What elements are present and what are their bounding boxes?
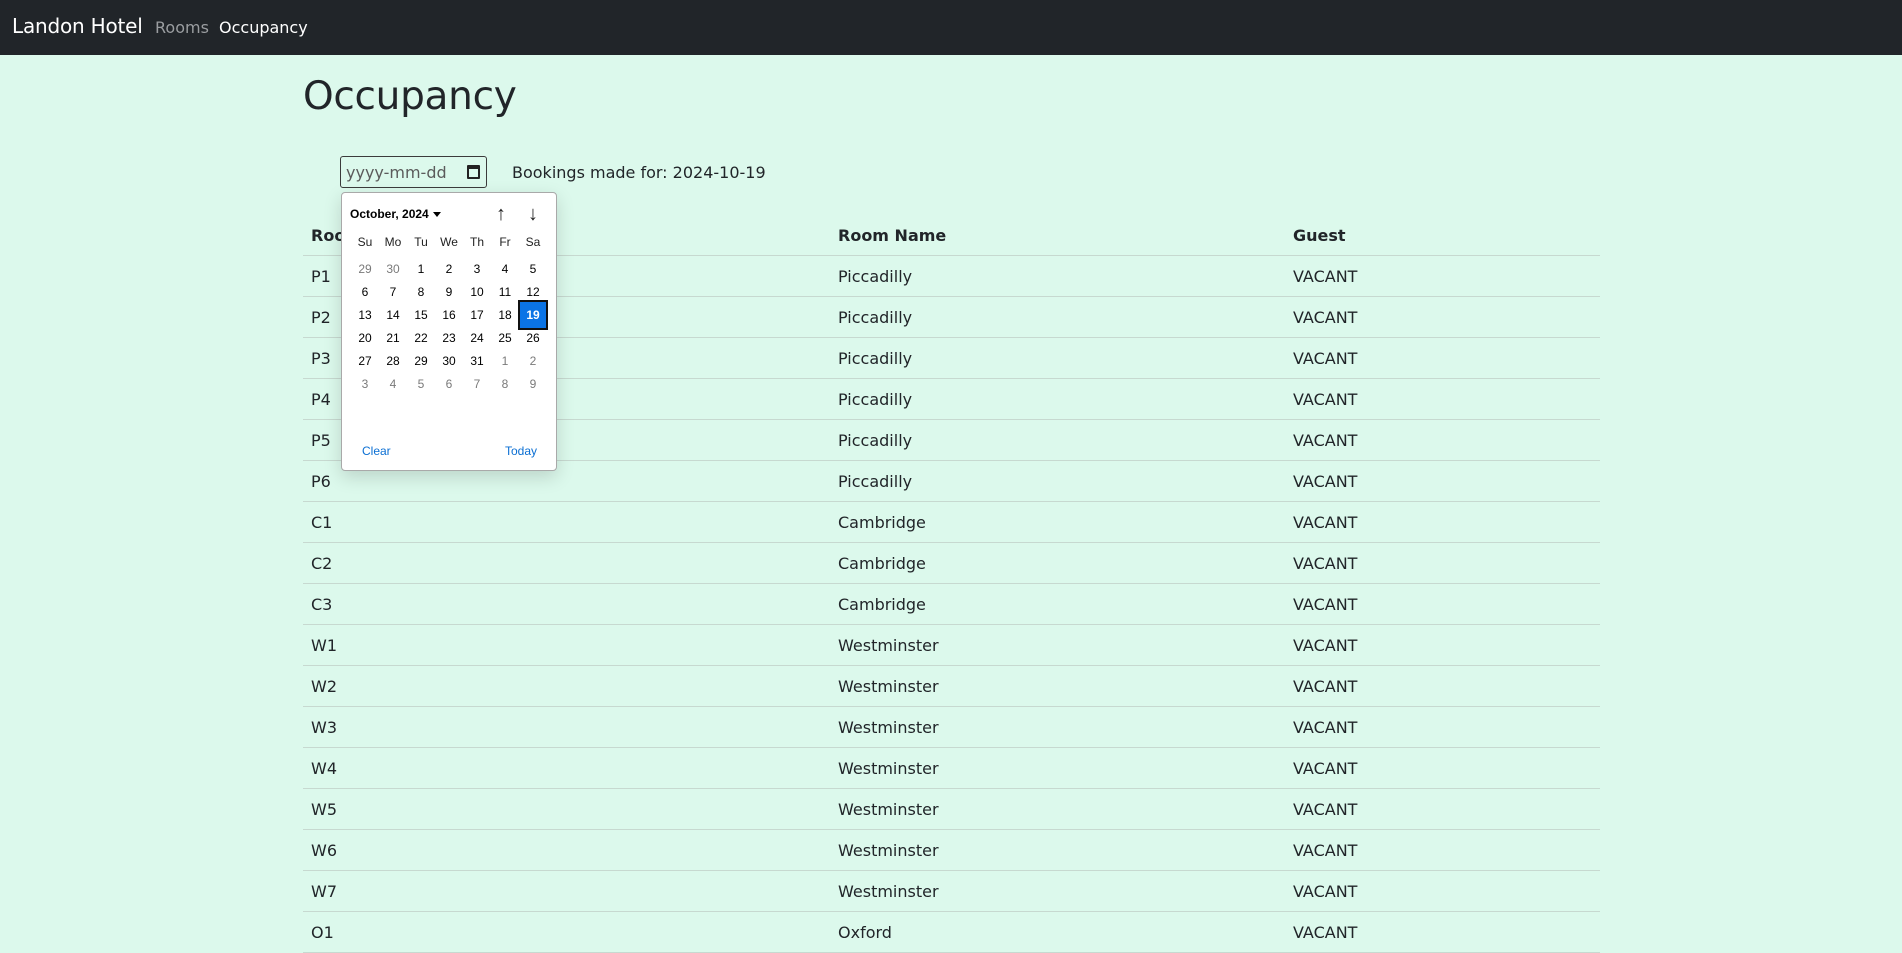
table-row: W7 Westminster VACANT: [303, 870, 1600, 912]
nav-link-rooms[interactable]: Rooms: [155, 18, 209, 37]
cell-guest: VACANT: [1285, 911, 1600, 953]
calendar-day[interactable]: 8: [492, 371, 518, 397]
cell-room-name: Piccadilly: [830, 255, 1285, 297]
calendar-day[interactable]: 5: [408, 371, 434, 397]
weekday-label: Fr: [499, 235, 511, 249]
cell-room-name: Piccadilly: [830, 337, 1285, 379]
cell-guest: VACANT: [1285, 747, 1600, 789]
weekday-label: Tu: [414, 235, 428, 249]
cell-room-number: C1: [303, 501, 830, 543]
calendar-day[interactable]: 7: [464, 371, 490, 397]
calendar-day[interactable]: 4: [380, 371, 406, 397]
cell-room-name: Cambridge: [830, 583, 1285, 625]
date-input[interactable]: yyyy-mm-dd: [340, 156, 487, 188]
cell-guest: VACANT: [1285, 460, 1600, 502]
cell-room-name: Piccadilly: [830, 378, 1285, 420]
cell-guest: VACANT: [1285, 255, 1600, 297]
table-row: O1 Oxford VACANT: [303, 911, 1600, 953]
calendar-day[interactable]: 9: [520, 371, 546, 397]
clear-button[interactable]: Clear: [362, 444, 391, 458]
cell-guest: VACANT: [1285, 583, 1600, 625]
cell-room-number: W2: [303, 665, 830, 707]
cell-guest: VACANT: [1285, 542, 1600, 584]
header-room-name: Room Name: [830, 215, 1285, 256]
cell-room-name: Westminster: [830, 665, 1285, 707]
table-row: W5 Westminster VACANT: [303, 788, 1600, 830]
month-year-label: October, 2024: [350, 207, 429, 221]
cell-room-number: C3: [303, 583, 830, 625]
cell-room-name: Westminster: [830, 788, 1285, 830]
weekday-label: Mo: [384, 235, 402, 249]
cell-room-name: Westminster: [830, 747, 1285, 789]
cell-guest: VACANT: [1285, 378, 1600, 420]
nav-link-occupancy[interactable]: Occupancy: [219, 18, 308, 37]
weekday-label: Sa: [525, 235, 541, 249]
cell-room-name: Westminster: [830, 870, 1285, 912]
navbar: Landon Hotel Rooms Occupancy: [0, 0, 1902, 55]
cell-guest: VACANT: [1285, 829, 1600, 871]
cell-room-number: W7: [303, 870, 830, 912]
weekday-label: We: [440, 235, 458, 249]
brand-link[interactable]: Landon Hotel: [12, 14, 143, 38]
bookings-label: Bookings made for: 2024-10-19: [512, 163, 766, 182]
cell-room-name: Westminster: [830, 829, 1285, 871]
cell-room-name: Piccadilly: [830, 296, 1285, 338]
weekday-header: Su Mo Tu We Th Fr Sa: [351, 235, 547, 249]
cell-guest: VACANT: [1285, 337, 1600, 379]
cell-room-number: C2: [303, 542, 830, 584]
table-row: W1 Westminster VACANT: [303, 624, 1600, 666]
cell-room-number: W5: [303, 788, 830, 830]
cell-room-number: W1: [303, 624, 830, 666]
cell-room-name: Oxford: [830, 911, 1285, 953]
date-picker-popup: October, 2024 ↑ ↓ Su Mo Tu We Th Fr Sa 29 30 1 2 3…: [341, 192, 557, 471]
table-row: C1 Cambridge VACANT: [303, 501, 1600, 543]
cell-room-number: W3: [303, 706, 830, 748]
table-row: C2 Cambridge VACANT: [303, 542, 1600, 584]
cell-room-number: W4: [303, 747, 830, 789]
cell-guest: VACANT: [1285, 624, 1600, 666]
cell-guest: VACANT: [1285, 706, 1600, 748]
table-row: W6 Westminster VACANT: [303, 829, 1600, 871]
cell-guest: VACANT: [1285, 870, 1600, 912]
cell-room-number: O1: [303, 911, 830, 953]
table-row: W2 Westminster VACANT: [303, 665, 1600, 707]
caret-down-icon: [432, 212, 441, 218]
cell-room-number: W6: [303, 829, 830, 871]
weekday-label: Th: [469, 235, 484, 249]
cell-room-name: Westminster: [830, 706, 1285, 748]
cell-room-name: Westminster: [830, 624, 1285, 666]
cell-guest: VACANT: [1285, 788, 1600, 830]
arrow-down-icon[interactable]: ↓: [522, 203, 544, 225]
cell-guest: VACANT: [1285, 419, 1600, 461]
today-button[interactable]: Today: [505, 444, 537, 458]
weekday-label: Su: [357, 235, 373, 249]
cell-room-name: Piccadilly: [830, 460, 1285, 502]
calendar-day[interactable]: 3: [352, 371, 378, 397]
date-input-placeholder: yyyy-mm-dd: [346, 162, 447, 182]
calendar-week-row: 3456789: [351, 371, 547, 397]
table-row: W3 Westminster VACANT: [303, 706, 1600, 748]
page-title: Occupancy: [303, 74, 517, 119]
table-row: W4 Westminster VACANT: [303, 747, 1600, 789]
cell-guest: VACANT: [1285, 501, 1600, 543]
header-guest: Guest: [1285, 215, 1600, 256]
calendar-icon[interactable]: [467, 165, 480, 179]
cell-room-name: Piccadilly: [830, 419, 1285, 461]
cell-room-name: Cambridge: [830, 542, 1285, 584]
month-year-select[interactable]: October, 2024: [350, 207, 441, 221]
cell-guest: VACANT: [1285, 665, 1600, 707]
cell-guest: VACANT: [1285, 296, 1600, 338]
table-row: C3 Cambridge VACANT: [303, 583, 1600, 625]
calendar-day[interactable]: 6: [436, 371, 462, 397]
arrow-up-icon[interactable]: ↑: [490, 203, 512, 225]
cell-room-name: Cambridge: [830, 501, 1285, 543]
